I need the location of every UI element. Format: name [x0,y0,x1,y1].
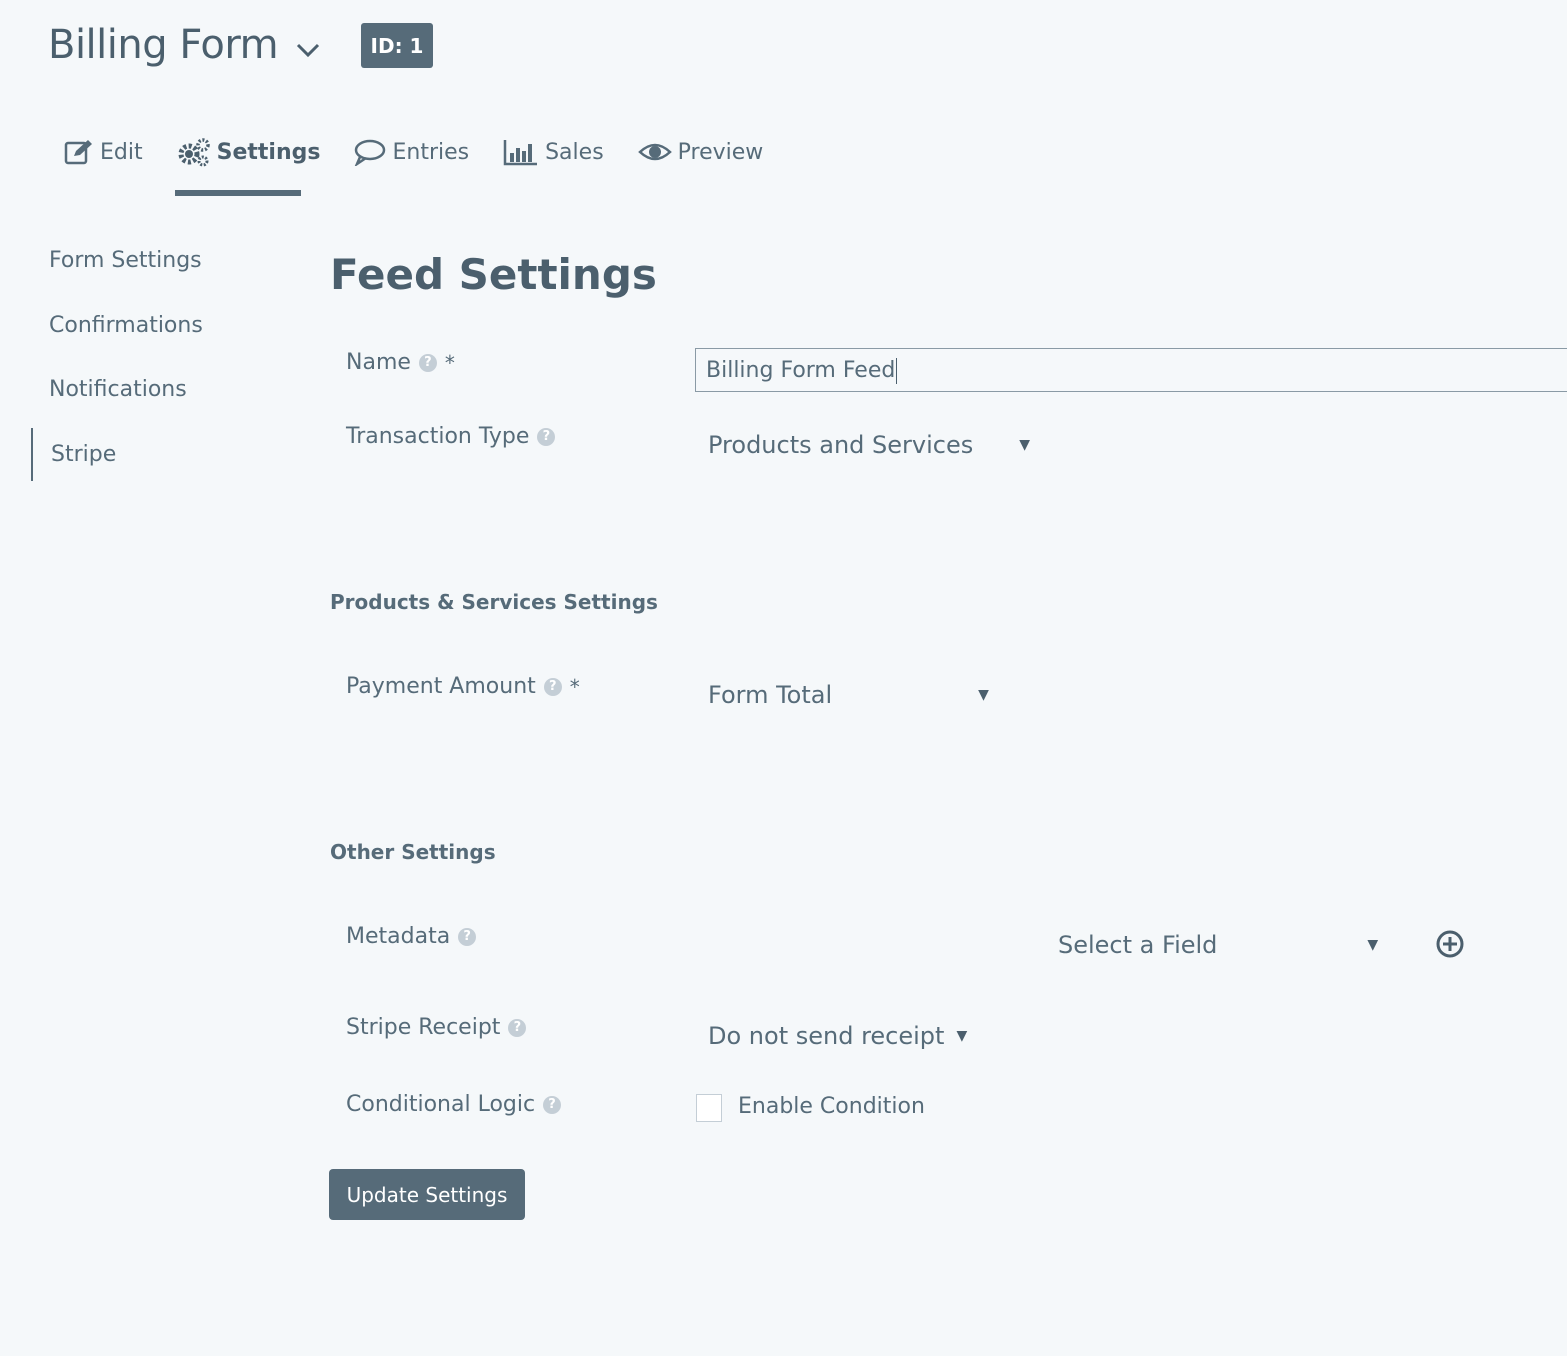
tab-entries[interactable]: Entries [354,132,469,172]
tab-bar: Edit Settings Entries Sales Preview [64,132,797,172]
comment-icon [355,139,386,166]
gear-icon [178,138,210,167]
tab-settings[interactable]: Settings [177,132,321,172]
help-icon[interactable]: ? [543,1095,562,1114]
section-heading-other: Other Settings [330,840,496,864]
transaction-type-label-text: Transaction Type [346,424,530,449]
name-input-value: Billing Form Feed [706,358,896,383]
required-marker: * [444,350,455,375]
sidebar-item-confirmations[interactable]: Confirmations [49,313,203,338]
payment-amount-select[interactable]: Form Total ▼ [708,681,989,709]
chart-icon [503,140,538,166]
payment-amount-value: Form Total [708,681,833,709]
tab-edit[interactable]: Edit [64,132,143,172]
payment-amount-label-text: Payment Amount [346,674,536,699]
metadata-field-value: Select a Field [1058,931,1218,959]
required-marker: * [569,674,580,699]
stripe-receipt-label: Stripe Receipt ? [346,1015,527,1040]
conditional-logic-label-text: Conditional Logic [346,1092,536,1117]
transaction-type-label: Transaction Type ? [346,424,556,449]
tab-sales[interactable]: Sales [503,132,604,172]
tab-settings-label: Settings [216,139,321,165]
add-metadata-icon[interactable] [1435,929,1465,959]
eye-icon [637,143,672,161]
tab-entries-label: Entries [392,139,470,165]
dropdown-arrow-icon: ▼ [956,1028,968,1044]
sidebar-item-form-settings[interactable]: Form Settings [49,248,202,273]
metadata-label: Metadata ? [346,924,477,949]
metadata-field-select[interactable]: Select a Field ▼ [1058,931,1378,959]
active-tab-indicator [175,190,301,196]
tab-edit-label: Edit [100,139,143,165]
help-icon[interactable]: ? [458,927,477,946]
section-heading-products: Products & Services Settings [330,590,658,614]
dropdown-arrow-icon: ▼ [978,687,989,703]
name-label-text: Name [346,350,411,375]
help-icon[interactable]: ? [543,677,562,696]
sidebar-item-notifications[interactable]: Notifications [49,377,187,402]
name-input[interactable]: Billing Form Feed [695,348,1567,392]
text-cursor [896,358,898,384]
edit-icon [64,140,92,165]
enable-condition-label[interactable]: Enable Condition [738,1094,925,1119]
help-icon[interactable]: ? [418,353,437,372]
enable-condition-checkbox[interactable] [696,1094,722,1122]
tab-sales-label: Sales [545,139,604,165]
dropdown-arrow-icon: ▼ [1019,437,1031,453]
payment-amount-label: Payment Amount ? * [346,674,580,699]
sidebar-item-stripe[interactable]: Stripe [51,442,116,467]
transaction-type-value: Products and Services [708,431,974,459]
sidebar-active-indicator [31,428,33,481]
stripe-receipt-select[interactable]: Do not send receipt ▼ [708,1022,967,1050]
page-title: Feed Settings [330,250,657,299]
update-settings-button[interactable]: Update Settings [329,1169,525,1220]
form-id-badge: ID: 1 [361,23,433,68]
transaction-type-select[interactable]: Products and Services ▼ [708,431,1030,459]
stripe-receipt-label-text: Stripe Receipt [346,1015,501,1040]
metadata-label-text: Metadata [346,924,451,949]
chevron-down-icon[interactable] [294,36,322,64]
help-icon[interactable]: ? [537,427,556,446]
help-icon[interactable]: ? [508,1018,527,1037]
tab-preview-label: Preview [677,139,764,165]
dropdown-arrow-icon: ▼ [1367,937,1379,953]
form-title: Billing Form [48,22,279,68]
conditional-logic-label: Conditional Logic ? [346,1092,562,1117]
name-label: Name ? * [346,350,455,375]
stripe-receipt-value: Do not send receipt [708,1022,945,1050]
tab-preview[interactable]: Preview [637,132,764,172]
